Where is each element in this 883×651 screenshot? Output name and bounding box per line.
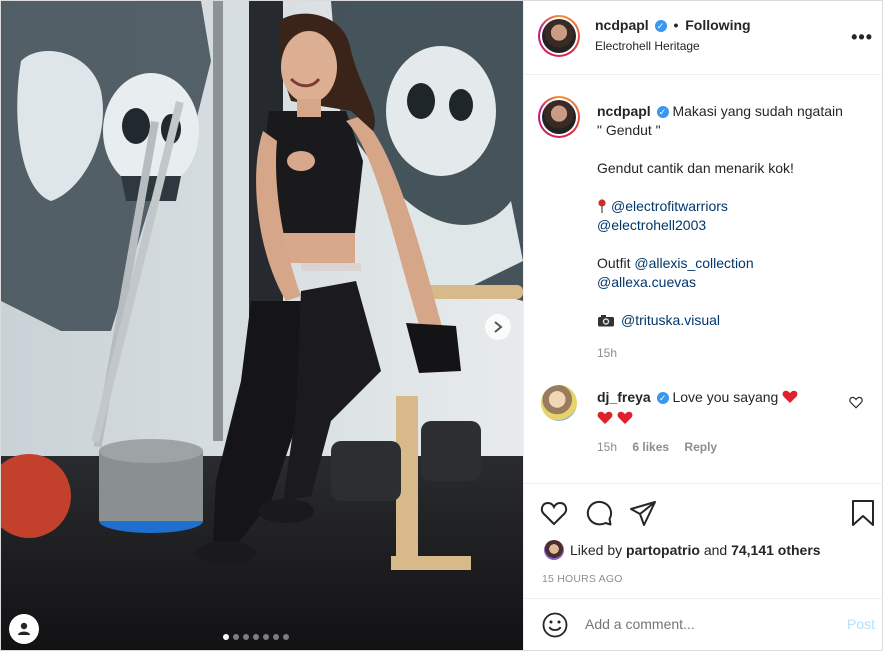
pushpin-icon [598, 199, 606, 213]
post-location[interactable]: Electrohell Heritage [595, 39, 700, 53]
carousel-dot [273, 634, 279, 640]
caption-timestamp[interactable]: 15h [597, 344, 872, 363]
post-side-panel: ncdpapl ✓ • Following Electrohell Herita… [523, 1, 883, 650]
following-button[interactable]: Following [685, 17, 750, 33]
carousel-dot [263, 634, 269, 640]
heart-icon[interactable] [539, 498, 569, 528]
post-actions: Liked by partopatrio and 74,141 others 1… [524, 483, 883, 650]
share-icon[interactable] [628, 498, 658, 528]
outfit-label: Outfit [597, 255, 631, 271]
carousel-indicator [223, 634, 289, 640]
user-tags-button[interactable] [9, 614, 39, 644]
comment-reply-button[interactable]: Reply [684, 440, 717, 454]
mention-allexa-cuevas[interactable]: @allexa.cuevas [597, 274, 696, 290]
caption-line-1: Makasi yang sudah ngatain [672, 103, 843, 119]
bookmark-icon[interactable] [848, 498, 878, 528]
comment-icon[interactable] [584, 498, 614, 528]
mention-trituska-visual[interactable]: @trituska.visual [621, 312, 720, 328]
liked-by-prefix: Liked by [570, 542, 623, 558]
carousel-dot [253, 634, 259, 640]
commenter-username[interactable]: dj_freya [597, 389, 651, 405]
post-photo[interactable] [1, 1, 523, 650]
chevron-right-icon [494, 321, 503, 333]
carousel-dot [233, 634, 239, 640]
red-heart-emoji-icon [782, 390, 798, 403]
add-comment-bar: Post [524, 598, 883, 651]
author-avatar[interactable] [538, 15, 580, 57]
post-comment-button[interactable]: Post [847, 616, 875, 632]
carousel-dot [283, 634, 289, 640]
red-heart-emoji-icon [617, 411, 633, 424]
camera-icon [598, 315, 614, 327]
caption-line-3: Gendut cantik dan menarik kok! [597, 160, 794, 176]
caption-line-2: " Gendut " [597, 122, 661, 138]
post-timestamp[interactable]: 15 HOURS AGO [542, 573, 623, 585]
caption-username[interactable]: ncdpapl [597, 103, 651, 119]
post-header: ncdpapl ✓ • Following Electrohell Herita… [524, 1, 883, 75]
comment-meta: 15h 6 likes Reply [597, 440, 717, 454]
comment-like-heart-icon[interactable] [849, 396, 863, 409]
comment-text: Love you sayang [672, 389, 779, 405]
liker-avatar[interactable] [544, 540, 564, 560]
comment-body: dj_freya ✓ Love you sayang [597, 387, 847, 429]
add-comment-input[interactable] [585, 616, 825, 632]
mention-electrohell2003[interactable]: @electrohell2003 [597, 217, 706, 233]
carousel-dot [243, 634, 249, 640]
author-username[interactable]: ncdpapl [595, 17, 649, 33]
likes-count[interactable]: 74,141 others [731, 542, 821, 558]
commenter-avatar[interactable] [541, 385, 577, 421]
next-photo-button[interactable] [485, 314, 511, 340]
verified-badge-icon: ✓ [654, 20, 667, 33]
caption-text: ncdpapl ✓ Makasi yang sudah ngatain " Ge… [597, 102, 872, 363]
comment-timestamp[interactable]: 15h [597, 440, 617, 454]
liked-by-summary: Liked by partopatrio and 74,141 others [544, 540, 821, 560]
verified-badge-icon: ✓ [656, 106, 669, 119]
comment-likes-count[interactable]: 6 likes [632, 440, 669, 454]
red-heart-emoji-icon [597, 411, 613, 424]
gym-photo-illustration [1, 1, 523, 650]
verified-badge-icon: ✓ [656, 392, 669, 405]
carousel-dot [223, 634, 229, 640]
comments-section[interactable]: ncdpapl ✓ Makasi yang sudah ngatain " Ge… [524, 76, 883, 483]
more-options-icon[interactable]: ••• [851, 27, 873, 48]
emoji-icon[interactable] [542, 612, 568, 638]
header-separator: • [673, 17, 679, 33]
mention-electrofitwarriors[interactable]: @electrofitwarriors [611, 198, 728, 214]
user-tag-icon [18, 622, 30, 635]
liked-by-middle: and [703, 542, 728, 558]
mention-allexis-collection[interactable]: @allexis_collection [634, 255, 753, 271]
liker-username[interactable]: partopatrio [626, 542, 700, 558]
caption-author-avatar[interactable] [538, 96, 580, 138]
